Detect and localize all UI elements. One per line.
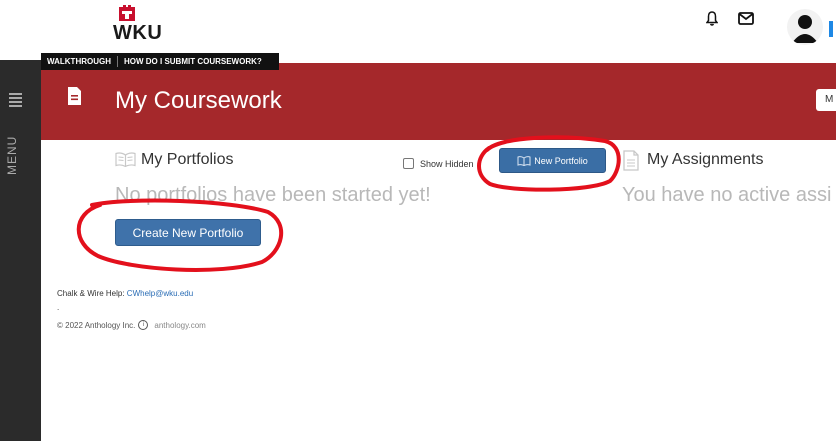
header-action-button[interactable]: M xyxy=(816,89,836,111)
open-book-icon xyxy=(115,152,136,167)
wku-logo-text[interactable]: WKU xyxy=(113,22,162,45)
user-menu-edge[interactable] xyxy=(829,21,833,37)
help-line: Chalk & Wire Help: CWhelp@wku.edu xyxy=(57,289,193,298)
assignment-document-icon xyxy=(623,150,639,171)
open-book-icon xyxy=(517,155,531,166)
show-hidden-toggle[interactable]: Show Hidden xyxy=(403,158,474,169)
show-hidden-label: Show Hidden xyxy=(420,158,474,169)
my-portfolios-heading: My Portfolios xyxy=(141,151,234,168)
footer-dot: . xyxy=(57,303,60,312)
empty-assignments-message: You have no active assi xyxy=(622,184,832,206)
copyright-line: © 2022 Anthology Inc. i anthology.com xyxy=(57,320,206,330)
copyright-text: © 2022 Anthology Inc. xyxy=(57,320,136,330)
empty-portfolios-message: No portfolios have been started yet! xyxy=(115,184,431,206)
how-to-submit-link[interactable]: HOW DO I SUBMIT COURSEWORK? xyxy=(118,57,268,66)
mail-icon[interactable] xyxy=(738,12,754,25)
bell-icon[interactable] xyxy=(706,11,718,27)
show-hidden-checkbox[interactable] xyxy=(403,158,414,169)
document-icon xyxy=(68,87,81,105)
walkthrough-link[interactable]: WALKTHROUGH xyxy=(41,57,117,66)
create-new-portfolio-button[interactable]: Create New Portfolio xyxy=(115,219,261,246)
hamburger-icon[interactable] xyxy=(9,93,22,109)
new-portfolio-button[interactable]: New Portfolio xyxy=(499,148,606,173)
help-email-link[interactable]: CWhelp@wku.edu xyxy=(127,289,193,298)
new-portfolio-label: New Portfolio xyxy=(534,155,588,166)
wku-logo-icon[interactable] xyxy=(116,5,138,23)
info-icon[interactable]: i xyxy=(138,320,149,330)
page-title: My Coursework xyxy=(115,87,282,114)
avatar[interactable] xyxy=(787,9,823,45)
my-assignments-heading: My Assignments xyxy=(647,151,764,168)
menu-label[interactable]: MENU xyxy=(5,115,25,175)
help-label: Chalk & Wire Help: xyxy=(57,289,127,298)
anthology-link[interactable]: anthology.com xyxy=(154,321,205,330)
avatar-icon xyxy=(792,15,818,43)
walkthrough-bar: WALKTHROUGH HOW DO I SUBMIT COURSEWORK? xyxy=(41,53,279,70)
